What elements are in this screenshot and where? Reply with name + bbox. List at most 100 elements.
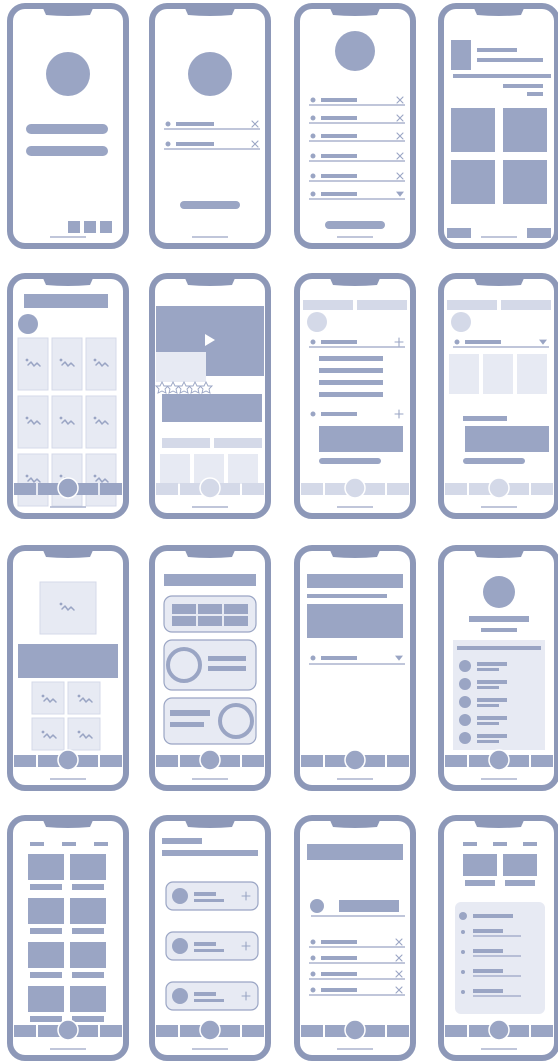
contact-name	[194, 892, 216, 896]
header-bar	[307, 574, 403, 588]
table-cell	[224, 604, 248, 614]
feature-label	[465, 880, 495, 886]
tab-item	[507, 755, 529, 767]
thumbnail-tile	[68, 718, 100, 750]
list-avatar	[459, 696, 471, 708]
contact-avatar	[172, 988, 188, 1004]
menu-item	[473, 929, 503, 933]
tab-item	[301, 483, 323, 495]
menu-option	[319, 392, 383, 397]
phone-notch	[473, 818, 525, 828]
nav-item	[62, 842, 76, 846]
menu-option	[319, 380, 383, 385]
screen-profile-list	[438, 545, 558, 791]
tab-item	[325, 483, 347, 495]
tag-bar	[214, 438, 262, 448]
tab-item	[218, 1025, 240, 1037]
filter-button	[463, 458, 525, 464]
tab-item	[14, 755, 36, 767]
bullet-dot	[454, 339, 460, 345]
gallery-tile	[503, 108, 547, 152]
product-card	[70, 986, 106, 1012]
image-sun-dot	[25, 358, 29, 362]
screen-settings-list	[294, 3, 416, 249]
dot-block	[68, 221, 80, 233]
image-sun-dot	[41, 694, 45, 698]
tab-item	[531, 483, 553, 495]
bullet-dot	[310, 173, 316, 179]
tab-item	[242, 1025, 264, 1037]
chart-label	[170, 722, 204, 727]
image-sun-dot	[93, 474, 97, 478]
avatar-circle	[46, 52, 90, 96]
tab-item	[301, 755, 323, 767]
tab-item	[387, 1025, 409, 1037]
image-sun-dot	[59, 602, 63, 606]
product-label	[72, 928, 104, 934]
header-title	[162, 838, 202, 844]
action-button	[325, 221, 385, 229]
tab-item	[363, 483, 385, 495]
text-line	[307, 594, 387, 598]
text-line	[503, 84, 543, 88]
filter-panel	[465, 426, 549, 452]
tab-item	[469, 483, 491, 495]
image-sun-dot	[59, 474, 63, 478]
image-sun-dot	[77, 730, 81, 734]
bullet-dot	[310, 97, 316, 103]
image-sun-dot	[59, 416, 63, 420]
tab-item	[76, 483, 98, 495]
tab-item	[156, 755, 178, 767]
item-label	[321, 134, 357, 138]
tab-item	[180, 1025, 202, 1037]
list-subtitle	[477, 668, 499, 671]
screen-dashboard-cards	[149, 545, 271, 791]
list-avatar	[459, 660, 471, 672]
product-image	[40, 582, 96, 634]
phone-notch	[42, 818, 94, 828]
phone-notch	[184, 6, 236, 16]
tab-item	[527, 228, 551, 238]
bullet-dot	[165, 121, 171, 127]
contact-detail	[194, 899, 224, 902]
chart-label	[208, 666, 246, 671]
menu-option	[319, 356, 383, 361]
title-line	[477, 48, 517, 52]
screen-login-form	[149, 3, 271, 249]
phone-notch	[329, 6, 381, 16]
profile-subtitle	[481, 628, 517, 632]
text-line	[527, 92, 543, 96]
feature-card	[463, 854, 497, 876]
setting-label	[321, 988, 357, 992]
nav-item	[94, 842, 108, 846]
tab-item	[180, 755, 202, 767]
gallery-tile	[503, 160, 547, 204]
dot-block	[84, 221, 96, 233]
menu-option	[319, 368, 383, 373]
screen-dropdown-overlay	[294, 273, 416, 519]
contact-avatar	[172, 888, 188, 904]
product-label	[30, 972, 62, 978]
product-card	[70, 854, 106, 880]
bullet-dot	[310, 411, 316, 417]
header-bar	[162, 850, 258, 856]
submit-button	[180, 201, 240, 209]
bullet-dot	[461, 950, 465, 954]
list-subtitle	[477, 704, 499, 707]
table-cell	[172, 604, 196, 614]
screen-photo-grid	[7, 273, 129, 519]
text-line	[477, 58, 543, 62]
tab-item	[180, 483, 202, 495]
product-card	[70, 898, 106, 924]
screen-contacts-list	[149, 815, 271, 1061]
screen-product-catalog	[7, 815, 129, 1061]
bullet-dot	[310, 971, 316, 977]
tab-item	[38, 483, 60, 495]
phone-notch	[473, 276, 525, 286]
tab-item	[531, 1025, 553, 1037]
tab-item	[531, 755, 553, 767]
wireframe-sheet	[0, 0, 558, 1062]
tab-item	[14, 1025, 36, 1037]
bullet-dot	[461, 970, 465, 974]
tab-item	[38, 755, 60, 767]
